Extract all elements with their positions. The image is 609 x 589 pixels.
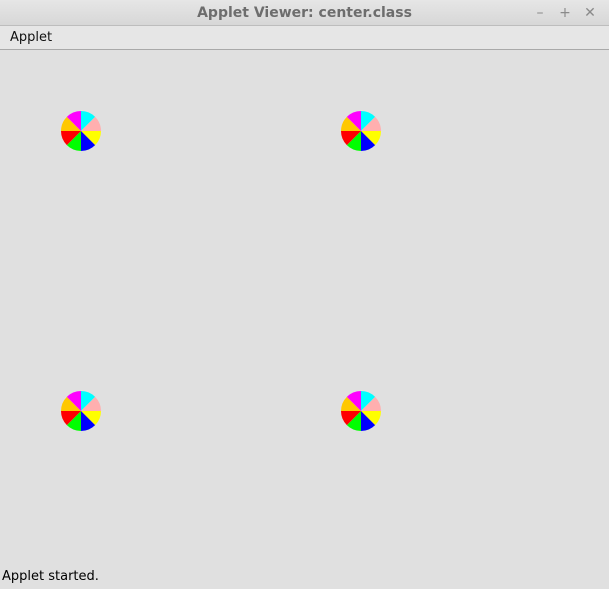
minimize-icon[interactable]: – [530, 3, 550, 23]
color-wheel-top-left [61, 111, 101, 151]
window-titlebar[interactable]: Applet Viewer: center.class – + ✕ [0, 0, 609, 26]
menubar: Applet [0, 26, 609, 50]
color-wheel-bottom-right [341, 391, 381, 431]
maximize-icon[interactable]: + [555, 3, 575, 23]
color-wheel-top-right [341, 111, 381, 151]
menu-applet[interactable]: Applet [10, 30, 52, 45]
close-icon[interactable]: ✕ [580, 3, 600, 23]
applet-canvas [0, 50, 609, 568]
status-text: Applet started. [2, 569, 99, 584]
window-title: Applet Viewer: center.class [197, 5, 412, 21]
color-wheel-bottom-left [61, 391, 101, 431]
